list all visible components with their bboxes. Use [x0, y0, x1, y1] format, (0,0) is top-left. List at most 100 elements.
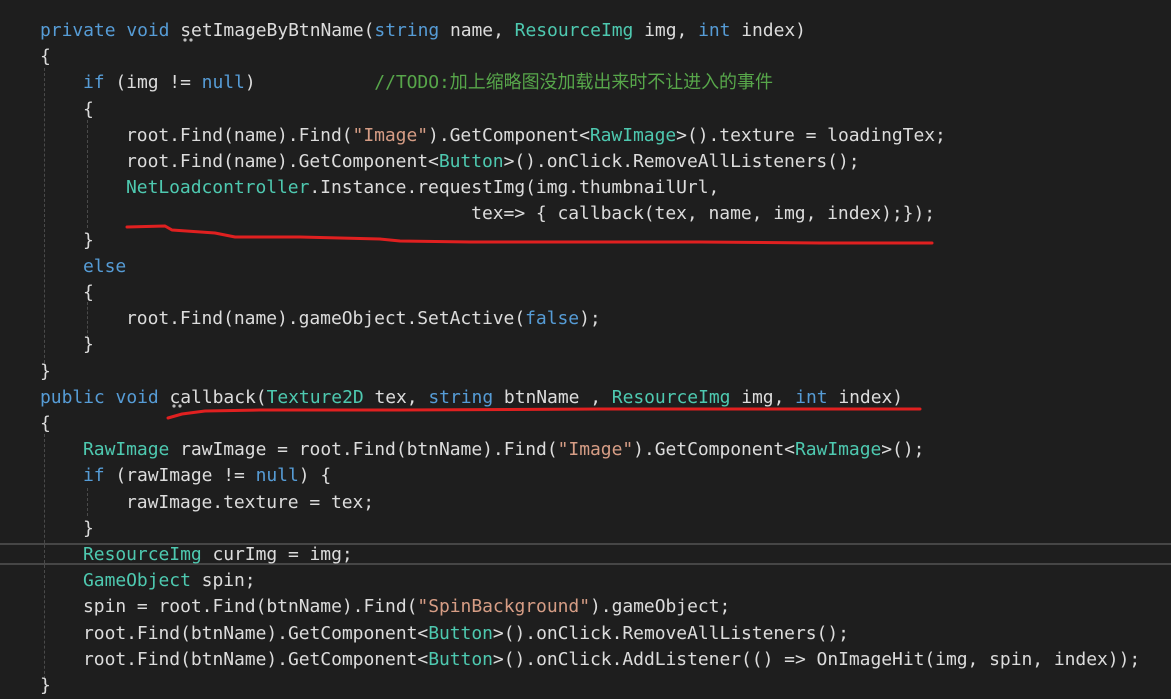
code-token: >();	[881, 439, 925, 461]
code-editor[interactable]: private void setImageByBtnName(string na…	[0, 0, 1171, 696]
code-line[interactable]: root.Find(name).Find("Image").GetCompone…	[126, 123, 946, 149]
code-token: {	[40, 46, 51, 68]
code-token: );	[579, 308, 601, 330]
code-token: root.Find(btnName).GetComponent<	[83, 622, 429, 644]
code-token: rawImage = root.Find(btnName).Find(	[169, 439, 558, 461]
code-line[interactable]: if (rawImage != null) {	[83, 463, 331, 489]
code-line[interactable]: NetLoadcontroller.Instance.requestImg(im…	[126, 175, 719, 201]
red-underline-annotation	[125, 224, 934, 245]
code-token: "Image"	[352, 124, 429, 146]
code-token: callback(	[158, 386, 267, 408]
code-token: tex,	[363, 386, 429, 408]
code-line[interactable]: }	[40, 673, 51, 699]
code-token: ) {	[298, 465, 332, 487]
code-token: img,	[633, 20, 699, 41]
code-token: {	[83, 98, 94, 120]
code-line[interactable]: root.Find(btnName).GetComponent<Button>(…	[83, 647, 1140, 673]
code-line[interactable]: }	[83, 516, 94, 542]
code-token: tex=> { callback(tex, name, img, index);…	[126, 203, 936, 225]
code-line[interactable]: {	[40, 411, 51, 437]
code-token: >().texture = loadingTex;	[676, 124, 946, 146]
code-token: >().onClick.RemoveAllListeners();	[503, 151, 860, 172]
code-token: NetLoadcontroller	[126, 177, 310, 199]
code-token: if	[83, 465, 105, 487]
code-token: }	[83, 229, 94, 251]
code-line[interactable]: GameObject spin;	[83, 568, 256, 594]
code-token: >().onClick.RemoveAllListeners();	[492, 622, 849, 644]
code-token: root.Find(name).Find(	[126, 124, 353, 146]
code-line[interactable]: RawImage rawImage = root.Find(btnName).F…	[83, 437, 924, 463]
code-token: }	[40, 675, 51, 696]
code-token: RawImage	[83, 439, 170, 461]
code-token: "SpinBackground"	[417, 596, 590, 618]
indent-guide	[87, 488, 88, 516]
code-token: ).GetComponent<	[633, 439, 795, 461]
code-token: }	[83, 517, 94, 539]
code-token: }	[83, 334, 94, 356]
code-token: }	[40, 360, 51, 382]
code-token: rawImage.texture = tex;	[126, 491, 375, 513]
code-token: int	[795, 386, 828, 408]
code-line[interactable]: rawImage.texture = tex;	[126, 490, 374, 516]
code-line[interactable]: }	[83, 332, 94, 358]
code-token: else	[83, 255, 127, 277]
code-line[interactable]: }	[83, 228, 94, 254]
code-token: if	[83, 72, 105, 94]
code-token: img,	[730, 386, 796, 408]
code-token: ResourceImg	[514, 20, 634, 41]
code-token: //TODO:加上缩略图没加载出来时不让进入的事件	[374, 72, 773, 94]
indent-guide	[87, 120, 88, 228]
code-line[interactable]: {	[83, 280, 94, 306]
code-token: (rawImage !=	[104, 465, 256, 487]
code-line[interactable]: {	[40, 44, 51, 70]
code-token: spin = root.Find(btnName).Find(	[83, 596, 418, 618]
code-token: string	[428, 386, 494, 408]
code-token: null	[201, 72, 245, 94]
code-token: )	[244, 72, 375, 94]
code-token: root.Find(btnName).GetComponent<	[83, 648, 429, 670]
code-token: ResourceImg	[83, 544, 202, 565]
code-token: {	[40, 413, 51, 434]
code-line[interactable]: root.Find(btnName).GetComponent<Button>(…	[83, 621, 849, 647]
code-token: GameObject	[83, 570, 191, 592]
code-token: index)	[827, 386, 904, 408]
code-token: ).GetComponent<	[428, 124, 590, 146]
code-line[interactable]: ResourceImg curImg = img;	[83, 542, 353, 568]
code-line[interactable]: else	[83, 254, 126, 280]
code-token: false	[525, 308, 580, 330]
code-token: spin;	[190, 570, 256, 592]
code-line[interactable]: {	[83, 97, 94, 123]
code-line[interactable]: root.Find(name).gameObject.SetActive(fal…	[126, 306, 601, 332]
code-line[interactable]: spin = root.Find(btnName).Find("SpinBack…	[83, 594, 730, 620]
code-token: btnName ,	[493, 386, 612, 408]
code-token: Texture2D	[266, 386, 364, 408]
code-token: Button	[428, 648, 493, 670]
code-token: Button	[428, 622, 493, 644]
code-token: string	[374, 20, 440, 41]
code-line[interactable]: tex=> { callback(tex, name, img, index);…	[126, 201, 935, 227]
code-token: RawImage	[589, 124, 677, 146]
code-token: void	[115, 386, 159, 408]
code-token: public	[40, 386, 105, 408]
code-token: setImageByBtnName(	[169, 20, 375, 41]
indent-guide	[44, 434, 45, 694]
indent-guide	[44, 68, 45, 368]
code-line[interactable]: if (img != null) //TODO:加上缩略图没加载出来时不让进入的…	[83, 70, 773, 96]
code-token: .Instance.requestImg(img.thumbnailUrl,	[309, 177, 720, 199]
code-token: curImg = img;	[201, 544, 353, 565]
code-token: private	[40, 20, 116, 41]
code-token: ResourceImg	[611, 386, 731, 408]
code-token: Button	[438, 151, 504, 172]
code-line[interactable]: root.Find(name).GetComponent<Button>().o…	[126, 149, 860, 175]
code-token: ).gameObject;	[590, 596, 731, 618]
code-token: int	[698, 20, 731, 41]
code-line[interactable]: private void setImageByBtnName(string na…	[40, 18, 806, 44]
code-token: "Image"	[557, 439, 634, 461]
code-token: name,	[439, 20, 515, 41]
code-token: root.Find(name).GetComponent<	[126, 151, 439, 172]
code-token: (img !=	[104, 72, 202, 94]
code-token: RawImage	[794, 439, 882, 461]
code-line[interactable]: public void callback(Texture2D tex, stri…	[40, 385, 903, 411]
code-line[interactable]: }	[40, 359, 51, 385]
